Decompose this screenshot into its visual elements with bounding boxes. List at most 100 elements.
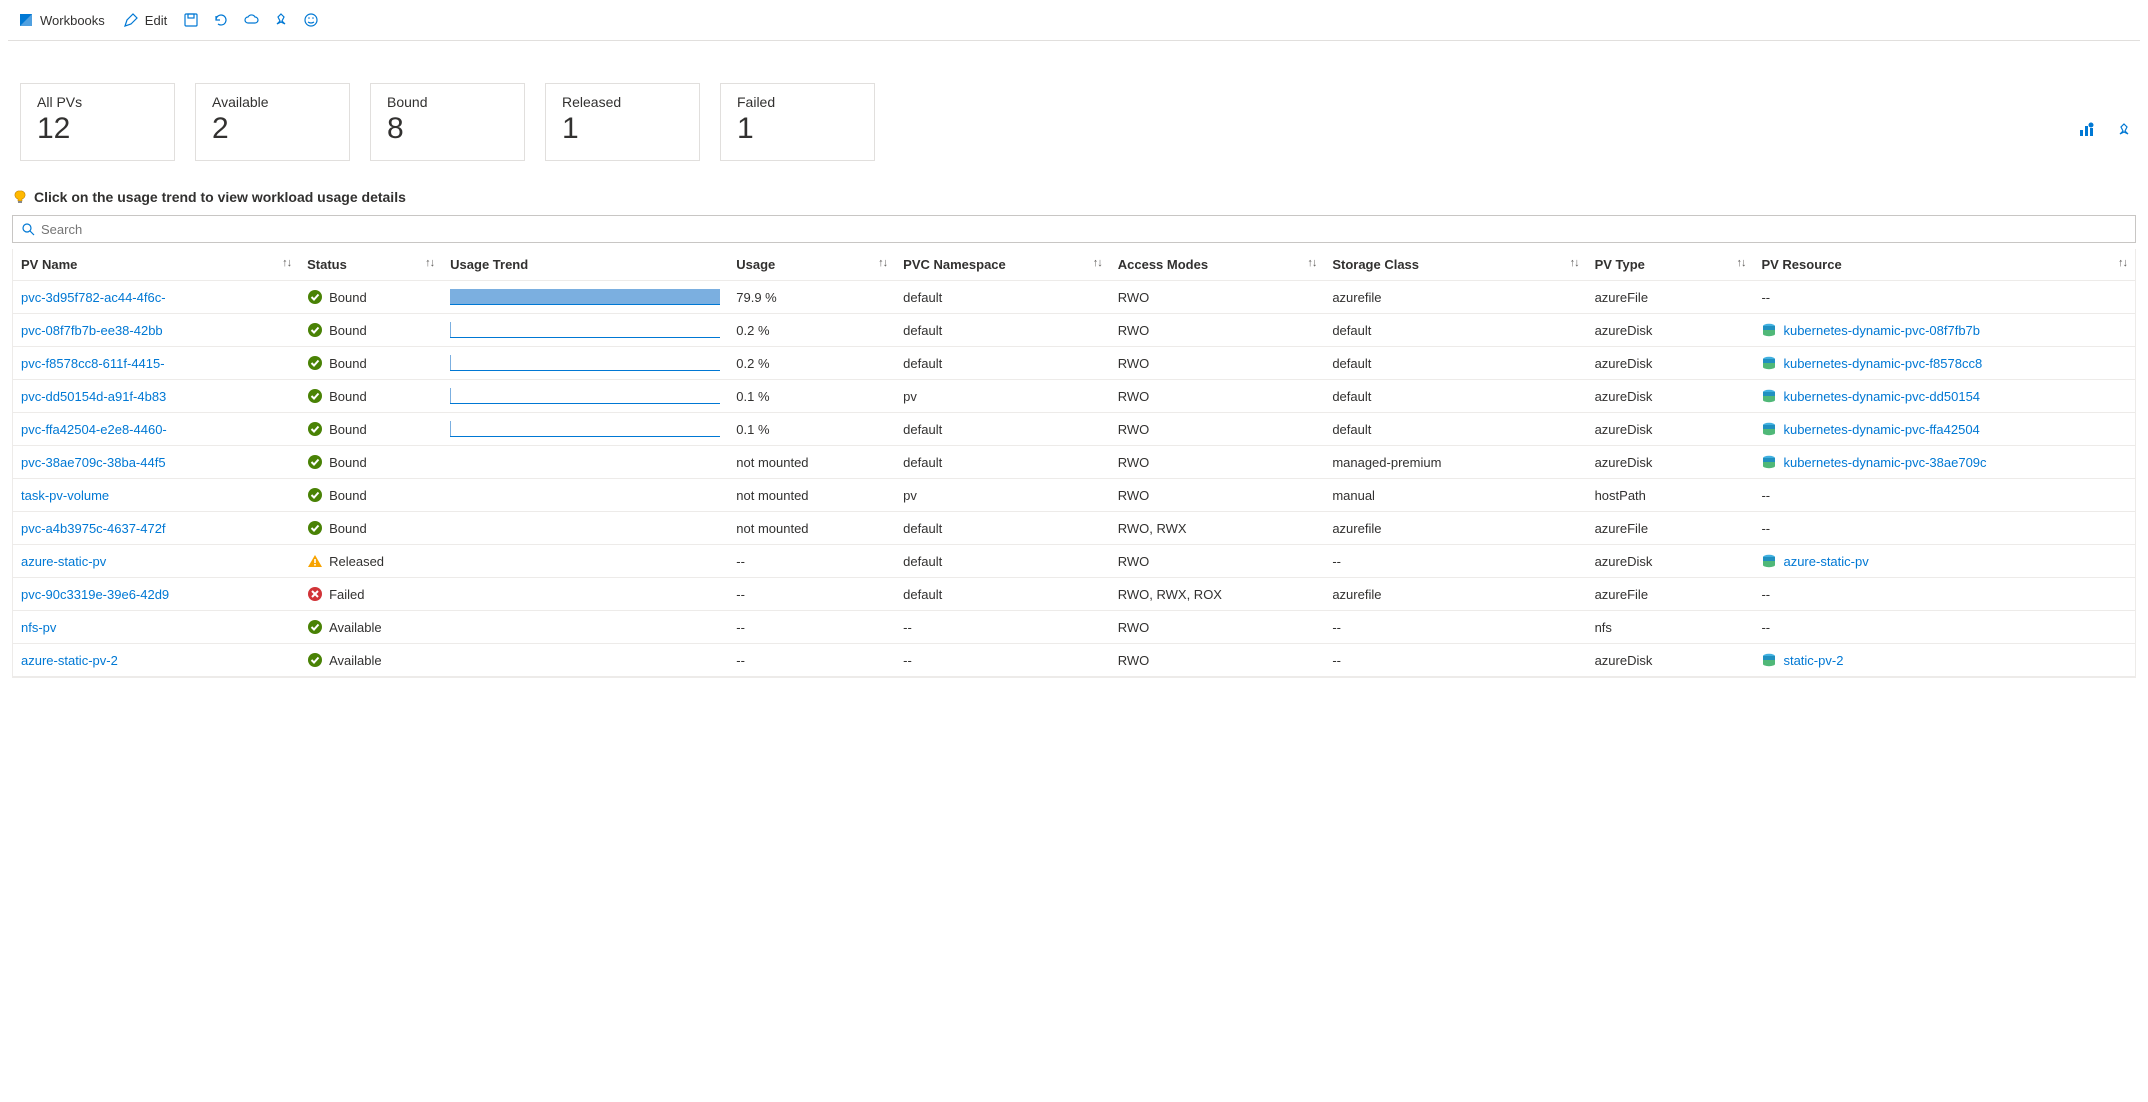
- usage-text: 0.2 %: [728, 314, 895, 347]
- usage-trend-bar[interactable]: [450, 322, 720, 338]
- pv-resource-text: --: [1761, 290, 1770, 305]
- col-usage-trend[interactable]: Usage Trend: [442, 249, 728, 281]
- tile-value: 8: [387, 112, 508, 146]
- col-status[interactable]: Status↑↓: [299, 249, 442, 281]
- pv-resource-link[interactable]: kubernetes-dynamic-pvc-dd50154: [1783, 389, 1980, 404]
- summary-tile[interactable]: All PVs 12: [20, 83, 175, 161]
- pv-name-link[interactable]: pvc-38ae709c-38ba-44f5: [21, 455, 166, 470]
- summary-tile[interactable]: Bound 8: [370, 83, 525, 161]
- col-usage[interactable]: Usage↑↓: [728, 249, 895, 281]
- table-row: pvc-ffa42504-e2e8-4460- Bound 0.1 % defa…: [13, 413, 2135, 446]
- pv-type-text: azureDisk: [1587, 347, 1754, 380]
- workbooks-label: Workbooks: [40, 13, 105, 28]
- table-row: pvc-dd50154d-a91f-4b83 Bound 0.1 % pv RW…: [13, 380, 2135, 413]
- search-box[interactable]: [12, 215, 2136, 243]
- col-pv-name[interactable]: PV Name↑↓: [13, 249, 299, 281]
- access-modes-text: RWO: [1110, 281, 1325, 314]
- search-input[interactable]: [41, 222, 2127, 237]
- usage-trend-bar[interactable]: [450, 355, 720, 371]
- pin-button-2[interactable]: [2112, 49, 2136, 73]
- col-pv-type[interactable]: PV Type↑↓: [1587, 249, 1754, 281]
- usage-trend-bar[interactable]: [450, 421, 720, 437]
- col-storage-class[interactable]: Storage Class↑↓: [1324, 249, 1586, 281]
- status-text: Bound: [329, 455, 367, 470]
- pv-name-link[interactable]: pvc-a4b3975c-4637-472f: [21, 521, 166, 536]
- pv-resource-link[interactable]: kubernetes-dynamic-pvc-08f7fb7b: [1783, 323, 1980, 338]
- chart-button[interactable]: [2044, 49, 2068, 73]
- disk-icon: [1761, 355, 1777, 371]
- access-modes-text: RWO, RWX: [1110, 512, 1325, 545]
- pv-name-link[interactable]: nfs-pv: [21, 620, 56, 635]
- pv-name-link[interactable]: azure-static-pv: [21, 554, 106, 569]
- pv-name-link[interactable]: pvc-dd50154d-a91f-4b83: [21, 389, 166, 404]
- storage-class-text: --: [1324, 644, 1586, 677]
- success-icon: [307, 454, 323, 470]
- storage-class-text: manual: [1324, 479, 1586, 512]
- pv-name-link[interactable]: pvc-08f7fb7b-ee38-42bb: [21, 323, 163, 338]
- pv-resource-link[interactable]: static-pv-2: [1783, 653, 1843, 668]
- storage-class-text: default: [1324, 380, 1586, 413]
- success-icon: [307, 289, 323, 305]
- refresh-button[interactable]: [209, 8, 233, 32]
- summary-tile[interactable]: Available 2: [195, 83, 350, 161]
- status-text: Bound: [329, 290, 367, 305]
- pv-type-text: azureDisk: [1587, 413, 1754, 446]
- status-text: Available: [329, 620, 382, 635]
- pv-type-text: nfs: [1587, 611, 1754, 644]
- pv-name-link[interactable]: task-pv-volume: [21, 488, 109, 503]
- pv-resource-text: --: [1761, 587, 1770, 602]
- chart-button-2[interactable]: [2074, 185, 2098, 209]
- table-row: pvc-3d95f782-ac44-4f6c- Bound 79.9 % def…: [13, 281, 2135, 314]
- usage-text: not mounted: [728, 479, 895, 512]
- search-icon: [21, 222, 35, 236]
- cloud-button[interactable]: [239, 8, 263, 32]
- pv-name-link[interactable]: pvc-f8578cc8-611f-4415-: [21, 356, 165, 371]
- pv-type-text: azureDisk: [1587, 644, 1754, 677]
- usage-text: 0.1 %: [728, 380, 895, 413]
- pin-button-3[interactable]: [2112, 185, 2136, 209]
- main-toolbar: Workbooks Edit: [8, 0, 2140, 41]
- usage-trend-bar[interactable]: [450, 289, 720, 305]
- save-button[interactable]: [179, 8, 203, 32]
- table-header-row: PV Name↑↓ Status↑↓ Usage Trend Usage↑↓ P…: [13, 249, 2135, 281]
- pv-name-link[interactable]: azure-static-pv-2: [21, 653, 118, 668]
- edit-label: Edit: [145, 13, 167, 28]
- table-row: azure-static-pv-2 Available -- -- RWO --…: [13, 644, 2135, 677]
- chart-icon: [2048, 0, 2064, 136]
- col-access-modes[interactable]: Access Modes↑↓: [1110, 249, 1325, 281]
- storage-class-text: azurefile: [1324, 512, 1586, 545]
- pv-name-link[interactable]: pvc-ffa42504-e2e8-4460-: [21, 422, 167, 437]
- edit-button[interactable]: Edit: [117, 8, 173, 32]
- pv-resource-link[interactable]: kubernetes-dynamic-pvc-38ae709c: [1783, 455, 1986, 470]
- feedback-button[interactable]: [299, 8, 323, 32]
- usage-text: 0.1 %: [728, 413, 895, 446]
- pv-resource-link[interactable]: azure-static-pv: [1783, 554, 1868, 569]
- pv-type-text: azureFile: [1587, 281, 1754, 314]
- pv-resource-text: --: [1761, 620, 1770, 635]
- summary-tile[interactable]: Failed 1: [720, 83, 875, 161]
- pv-resource-link[interactable]: kubernetes-dynamic-pvc-ffa42504: [1783, 422, 1979, 437]
- pv-resource-text: --: [1761, 488, 1770, 503]
- col-pvc-namespace[interactable]: PVC Namespace↑↓: [895, 249, 1110, 281]
- access-modes-text: RWO: [1110, 413, 1325, 446]
- workbooks-button[interactable]: Workbooks: [12, 8, 111, 32]
- namespace-text: --: [895, 644, 1110, 677]
- storage-class-text: --: [1324, 545, 1586, 578]
- namespace-text: default: [895, 545, 1110, 578]
- pv-name-link[interactable]: pvc-90c3319e-39e6-42d9: [21, 587, 169, 602]
- col-pv-resource[interactable]: PV Resource↑↓: [1753, 249, 2135, 281]
- pin-button[interactable]: [269, 8, 293, 32]
- usage-trend-bar[interactable]: [450, 388, 720, 404]
- pv-resource-link[interactable]: kubernetes-dynamic-pvc-f8578cc8: [1783, 356, 1982, 371]
- pin-icon: [2116, 0, 2132, 136]
- undo-button[interactable]: [2078, 49, 2102, 73]
- table-row: pvc-90c3319e-39e6-42d9 Failed -- default…: [13, 578, 2135, 611]
- hint-row: Click on the usage trend to view workloa…: [8, 185, 2140, 215]
- warning-icon: [307, 553, 323, 569]
- status-text: Bound: [329, 488, 367, 503]
- cloud-icon: [243, 12, 259, 28]
- status-text: Released: [329, 554, 384, 569]
- table-row: nfs-pv Available -- -- RWO -- nfs --: [13, 611, 2135, 644]
- summary-tile[interactable]: Released 1: [545, 83, 700, 161]
- pv-name-link[interactable]: pvc-3d95f782-ac44-4f6c-: [21, 290, 166, 305]
